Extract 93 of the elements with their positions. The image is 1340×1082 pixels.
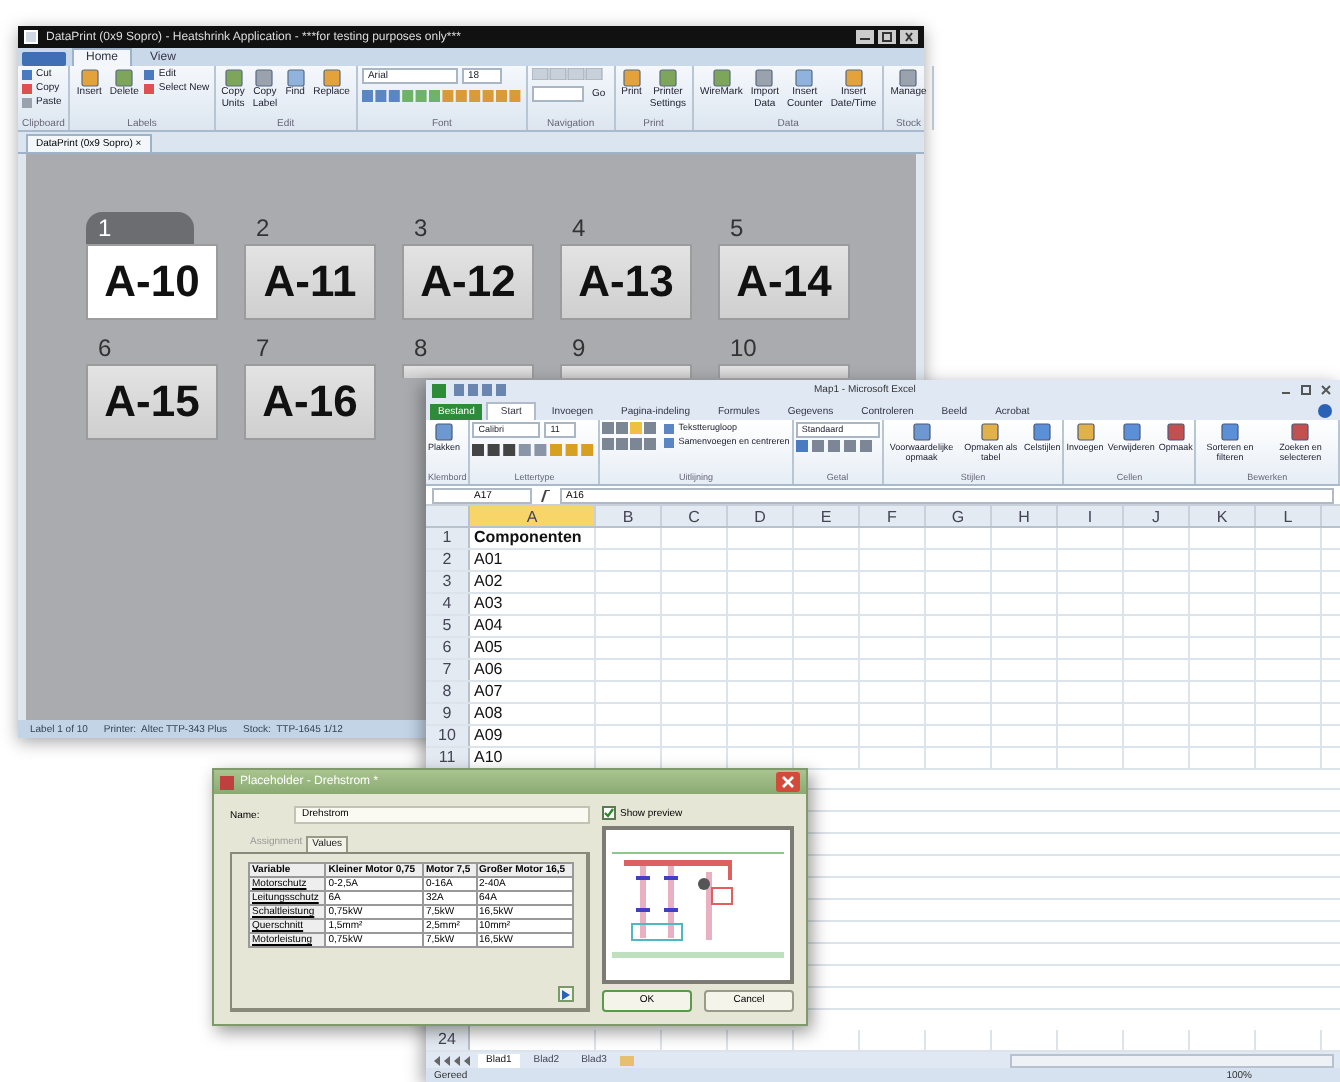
tool-icon bbox=[321, 68, 342, 88]
app-icon bbox=[24, 30, 38, 44]
column-header[interactable]: C bbox=[662, 506, 728, 526]
tool-icon bbox=[711, 68, 732, 88]
tool-icon bbox=[1075, 422, 1096, 442]
column-header[interactable]: A bbox=[470, 506, 596, 526]
label-number: 8 bbox=[412, 332, 430, 364]
tool-icon bbox=[254, 68, 275, 88]
label-number: 6 bbox=[96, 332, 114, 364]
formatting-toolbar-drawing[interactable] bbox=[472, 444, 597, 458]
tool-icon bbox=[754, 68, 775, 88]
row-header[interactable]: 24 bbox=[426, 1030, 470, 1050]
maximize-icon[interactable] bbox=[878, 30, 896, 44]
heatshrink-label[interactable]: A-14 bbox=[718, 244, 850, 320]
table-cell: A06 bbox=[470, 660, 596, 680]
label-number: 4 bbox=[570, 212, 588, 244]
row-header[interactable]: 1 bbox=[426, 528, 470, 548]
row-header[interactable]: 10 bbox=[426, 726, 470, 746]
column-header[interactable]: J bbox=[1124, 506, 1190, 526]
tool-icon bbox=[285, 68, 306, 88]
heatshrink-label[interactable]: A-10 bbox=[86, 244, 218, 320]
next-button[interactable] bbox=[558, 986, 574, 1002]
row-header[interactable]: 2 bbox=[426, 550, 470, 570]
tool-icon bbox=[980, 422, 1001, 442]
label-number: 2 bbox=[254, 212, 272, 244]
tool-icon bbox=[843, 68, 864, 88]
table-cell: A05 bbox=[470, 638, 596, 658]
column-header[interactable]: D bbox=[728, 506, 794, 526]
tool-icon bbox=[911, 422, 932, 442]
horizontal-scrollbar[interactable] bbox=[1010, 1053, 1334, 1067]
heatshrink-label[interactable]: A-16 bbox=[244, 364, 376, 440]
table-cell: A09 bbox=[470, 726, 596, 746]
row-header[interactable]: 4 bbox=[426, 594, 470, 614]
function-icon[interactable] bbox=[540, 489, 552, 501]
dialog-icon bbox=[220, 775, 234, 789]
table-cell: A03 bbox=[470, 594, 596, 614]
tool-icon bbox=[114, 68, 135, 88]
column-header[interactable]: L bbox=[1256, 506, 1322, 526]
table-cell: A07 bbox=[470, 682, 596, 702]
column-header[interactable]: F bbox=[860, 506, 926, 526]
heatshrink-label[interactable]: A-13 bbox=[560, 244, 692, 320]
label-number: 10 bbox=[728, 332, 759, 364]
column-header[interactable]: K bbox=[1190, 506, 1256, 526]
row-header[interactable]: 9 bbox=[426, 704, 470, 724]
row-header[interactable]: 7 bbox=[426, 660, 470, 680]
tool-icon bbox=[1121, 422, 1142, 442]
row-header[interactable]: 6 bbox=[426, 638, 470, 658]
tool-icon bbox=[794, 68, 815, 88]
close-icon[interactable] bbox=[1318, 384, 1334, 396]
heatshrink-label[interactable]: A-11 bbox=[244, 244, 376, 320]
minimize-icon[interactable] bbox=[856, 30, 874, 44]
tool-icon bbox=[79, 68, 100, 88]
label-number: 5 bbox=[728, 212, 746, 244]
number-format-toolbar-drawing[interactable] bbox=[795, 440, 876, 452]
quick-access-toolbar-drawing[interactable] bbox=[454, 384, 506, 396]
spreadsheet-app-icon bbox=[432, 383, 446, 397]
label-number: 9 bbox=[570, 332, 588, 364]
table-cell: A01 bbox=[470, 550, 596, 570]
label-number: 1 bbox=[86, 212, 194, 244]
heatshrink-label[interactable]: A-12 bbox=[402, 244, 534, 320]
tool-icon bbox=[1290, 422, 1311, 442]
row-header[interactable]: 3 bbox=[426, 572, 470, 592]
table-cell: A04 bbox=[470, 616, 596, 636]
row-header[interactable]: 8 bbox=[426, 682, 470, 702]
maximize-icon[interactable] bbox=[1298, 384, 1314, 396]
tool-icon bbox=[657, 68, 678, 88]
column-header[interactable]: E bbox=[794, 506, 860, 526]
label-number: 7 bbox=[254, 332, 272, 364]
tool-icon bbox=[1032, 422, 1053, 442]
table-cell: Componenten bbox=[470, 528, 596, 548]
tool-icon bbox=[1219, 422, 1240, 442]
label-number: 3 bbox=[412, 212, 430, 244]
row-header[interactable]: 5 bbox=[426, 616, 470, 636]
label-number-field[interactable] bbox=[531, 86, 584, 102]
table-cell: A08 bbox=[470, 704, 596, 724]
heatshrink-label[interactable]: A-15 bbox=[86, 364, 218, 440]
column-header[interactable]: I bbox=[1058, 506, 1124, 526]
help-icon[interactable] bbox=[1318, 404, 1332, 418]
row-header[interactable]: 11 bbox=[426, 748, 470, 768]
tool-icon bbox=[1165, 422, 1186, 442]
close-icon[interactable] bbox=[900, 30, 918, 44]
tool-icon bbox=[621, 68, 642, 88]
checkbox[interactable] bbox=[602, 806, 616, 820]
close-icon[interactable] bbox=[776, 772, 800, 792]
column-header[interactable]: B bbox=[596, 506, 662, 526]
table-cell: A02 bbox=[470, 572, 596, 592]
tool-icon bbox=[898, 68, 919, 88]
column-header[interactable]: H bbox=[992, 506, 1058, 526]
tool-icon bbox=[434, 422, 454, 442]
alignment-toolbar-drawing[interactable] bbox=[602, 422, 659, 452]
column-header[interactable]: G bbox=[926, 506, 992, 526]
tool-icon bbox=[223, 68, 244, 88]
sheet-navigation-drawing[interactable] bbox=[432, 1055, 472, 1065]
